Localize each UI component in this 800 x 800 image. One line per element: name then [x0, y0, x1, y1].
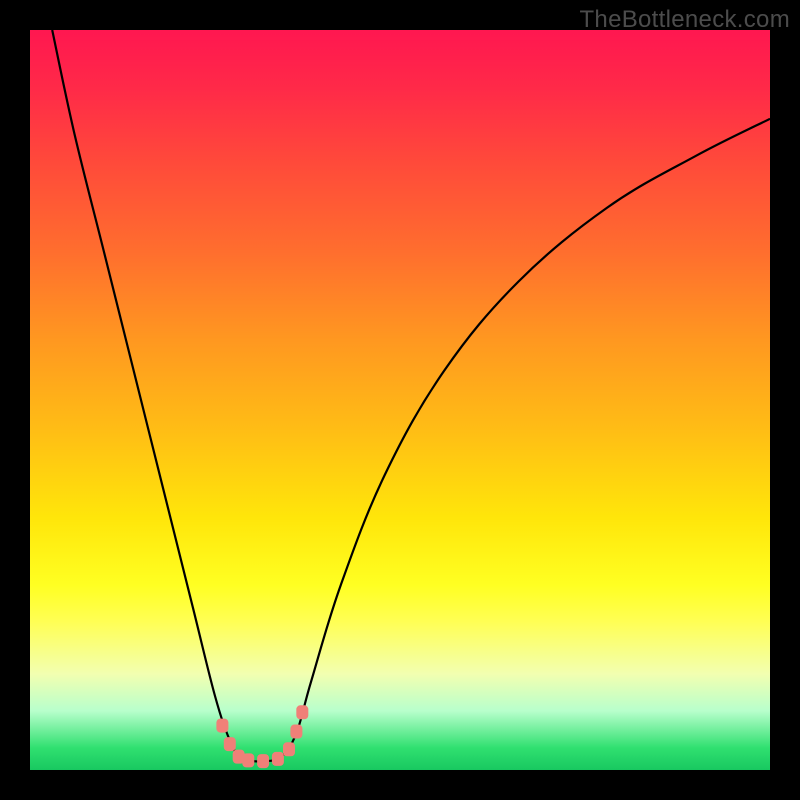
curve-marker [296, 705, 308, 719]
watermark-text: TheBottleneck.com [579, 6, 790, 34]
curve-marker [290, 725, 302, 739]
curve-marker [242, 753, 254, 767]
curve-marker [216, 719, 228, 733]
curve-marker [224, 737, 236, 751]
curve-markers [216, 705, 308, 768]
bottleneck-curve-path [52, 30, 770, 762]
chart-frame: TheBottleneck.com [0, 0, 800, 800]
curve-marker [283, 742, 295, 756]
curve-marker [272, 752, 284, 766]
curve-marker [257, 754, 269, 768]
plot-area [30, 30, 770, 770]
bottleneck-plot-svg [30, 30, 770, 770]
